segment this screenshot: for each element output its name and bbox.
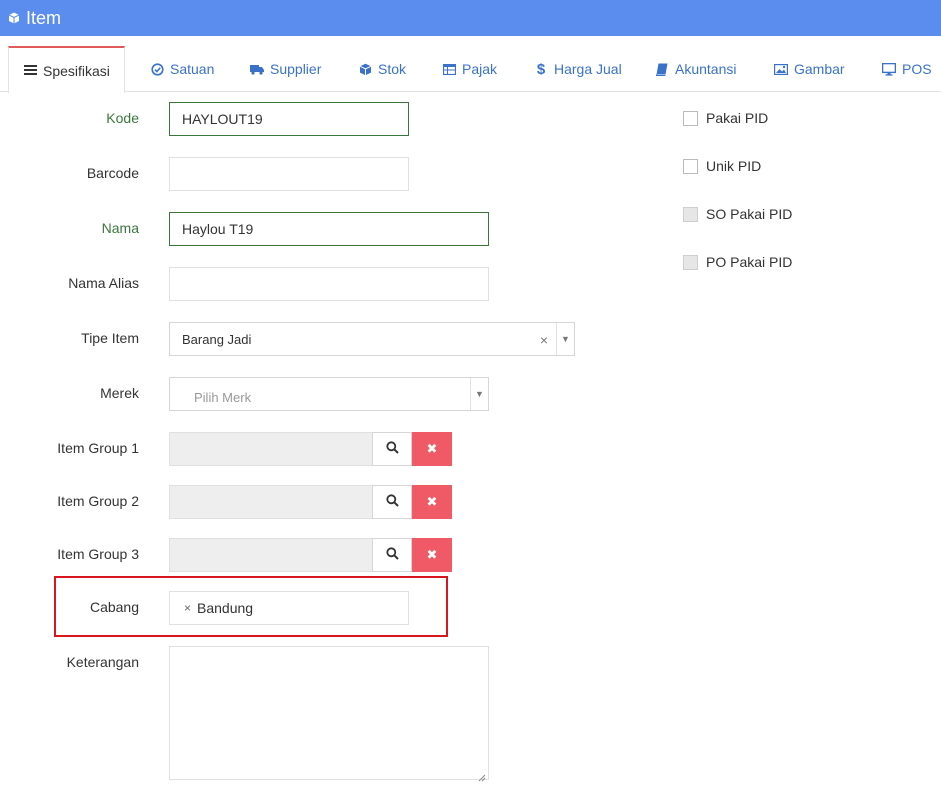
check-circle-icon xyxy=(150,62,164,76)
tab-label: Gambar xyxy=(794,61,845,77)
checkbox-label: PO Pakai PID xyxy=(706,254,793,270)
item-group-1-search-button[interactable] xyxy=(372,432,412,466)
window-header: Item xyxy=(0,0,941,36)
tipe-item-label: Tipe Item xyxy=(81,330,139,346)
keterangan-label: Keterangan xyxy=(66,654,139,670)
po-pakai-pid-checkbox: PO Pakai PID xyxy=(683,254,792,270)
search-icon xyxy=(385,494,399,510)
merek-label: Merek xyxy=(100,385,139,401)
close-icon: ✖ xyxy=(426,547,438,562)
barcode-input[interactable] xyxy=(169,157,409,191)
monitor-icon xyxy=(882,62,896,76)
nama-label: Nama xyxy=(101,220,139,236)
tab-label: Spesifikasi xyxy=(43,62,110,79)
search-icon xyxy=(385,547,399,563)
checkbox-box[interactable] xyxy=(683,110,698,126)
search-icon xyxy=(385,441,399,457)
merek-select[interactable]: Pilih Merk ▼ xyxy=(169,377,489,411)
cabang-tag-label: Bandung xyxy=(197,600,254,616)
nama-alias-input[interactable] xyxy=(169,267,489,301)
tab-gambar[interactable]: Gambar xyxy=(774,46,845,92)
tab-stok[interactable]: Stok xyxy=(358,46,406,92)
image-icon xyxy=(774,62,788,76)
tab-satuan[interactable]: Satuan xyxy=(150,46,214,92)
so-pakai-pid-checkbox: SO Pakai PID xyxy=(683,206,792,222)
cabang-multiselect[interactable]: × Bandung xyxy=(169,591,409,625)
close-icon: ✖ xyxy=(426,441,438,456)
cube-icon xyxy=(8,12,20,24)
item-group-1-delete-button[interactable]: ✖ xyxy=(412,432,452,466)
item-group-3-delete-button[interactable]: ✖ xyxy=(412,538,452,572)
item-group-2-input xyxy=(169,485,373,519)
item-group-1-label: Item Group 1 xyxy=(57,440,139,456)
truck-icon xyxy=(250,62,264,76)
item-group-2-label: Item Group 2 xyxy=(57,493,139,509)
tab-label: Pajak xyxy=(462,61,498,77)
kode-input[interactable]: HAYLOUT19 xyxy=(169,102,409,136)
tab-label: Satuan xyxy=(170,61,215,77)
tab-spesifikasi[interactable]: Spesifikasi xyxy=(8,46,125,93)
tab-pos[interactable]: POS xyxy=(882,46,932,92)
cabang-tag: × Bandung xyxy=(184,600,253,616)
chevron-down-icon[interactable]: ▼ xyxy=(470,378,488,410)
item-group-3-input xyxy=(169,538,373,572)
item-group-2-delete-button[interactable]: ✖ xyxy=(412,485,452,519)
barcode-label: Barcode xyxy=(86,165,139,181)
item-group-3-search-button[interactable] xyxy=(372,538,412,572)
checkbox-box xyxy=(683,206,698,222)
tab-label: Supplier xyxy=(270,61,322,77)
dollar-icon: $ xyxy=(536,60,546,78)
merek-placeholder: Pilih Merk xyxy=(194,389,252,405)
tab-harga-jual[interactable]: $ Harga Jual xyxy=(534,46,622,92)
checkbox-label: SO Pakai PID xyxy=(706,206,793,222)
item-group-1-input xyxy=(169,432,373,466)
cabang-label: Cabang xyxy=(89,599,139,615)
checkbox-label: Unik PID xyxy=(706,158,762,174)
chevron-down-icon[interactable]: ▼ xyxy=(556,323,574,355)
nama-input[interactable]: Haylou T19 xyxy=(169,212,489,246)
checkbox-box xyxy=(683,254,698,270)
tab-supplier[interactable]: Supplier xyxy=(250,46,321,92)
resize-handle-icon[interactable] xyxy=(478,769,486,782)
checkbox-label: Pakai PID xyxy=(706,110,769,126)
item-group-2-search-button[interactable] xyxy=(372,485,412,519)
item-group-3-label: Item Group 3 xyxy=(57,546,139,562)
tab-label: Harga Jual xyxy=(554,61,622,77)
tab-label: Akuntansi xyxy=(675,61,737,77)
close-icon: ✖ xyxy=(426,494,438,509)
tipe-item-select[interactable]: Barang Jadi × ▼ xyxy=(169,322,575,356)
tab-bar: Spesifikasi Satuan Supplier Stok Pajak $… xyxy=(0,46,941,93)
tab-label: Stok xyxy=(378,61,407,77)
nama-alias-label: Nama Alias xyxy=(68,275,139,291)
book-icon xyxy=(655,62,669,76)
keterangan-textarea[interactable] xyxy=(169,646,489,782)
pakai-pid-checkbox[interactable]: Pakai PID xyxy=(683,110,768,126)
tag-remove-icon[interactable]: × xyxy=(184,601,191,615)
list-icon xyxy=(23,64,37,78)
clear-icon[interactable]: × xyxy=(540,332,548,348)
table-icon xyxy=(442,62,456,76)
page-title: Item xyxy=(26,7,62,28)
tab-label: POS xyxy=(902,61,932,77)
tab-pajak[interactable]: Pajak xyxy=(442,46,497,92)
tab-akuntansi[interactable]: Akuntansi xyxy=(655,46,736,92)
checkbox-box[interactable] xyxy=(683,158,698,174)
tipe-item-value: Barang Jadi xyxy=(182,331,252,347)
unik-pid-checkbox[interactable]: Unik PID xyxy=(683,158,761,174)
kode-label: Kode xyxy=(106,110,139,126)
cube-icon xyxy=(358,62,372,76)
